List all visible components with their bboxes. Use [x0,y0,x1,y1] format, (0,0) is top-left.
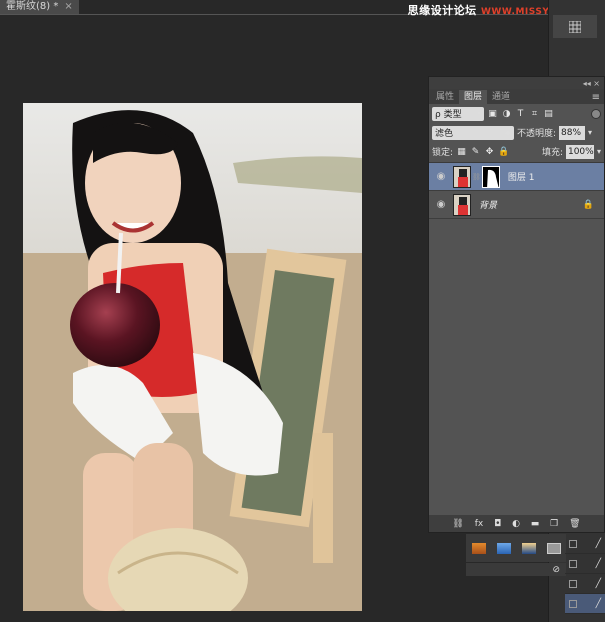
brush-icon: ╱ [595,578,601,589]
filter-toggle[interactable] [591,108,601,119]
brush-icon: ╱ [595,598,601,609]
smart-object-filter-icon[interactable]: ▤ [543,108,554,119]
folder-icon[interactable]: ▬ [531,519,540,529]
swatches-row [466,534,566,562]
trash-icon[interactable]: 🗑 [569,519,580,529]
blend-mode-value: 滤色 [435,129,454,139]
swatch-orange[interactable] [471,542,486,554]
eye-icon[interactable]: ◉ [433,171,449,182]
brush-item[interactable]: ╱ [565,574,605,594]
opacity-input[interactable]: 88% [559,125,586,140]
blend-row: 滤色 ◆ 不透明度: 88% ▾ [429,123,604,142]
layer-thumbnail [453,193,471,216]
lock-transparent-icon[interactable]: ▦ [456,146,467,157]
fill-label: 填充: [541,148,563,158]
no-entry-icon[interactable]: ⊘ [552,565,560,575]
layers-panel: ◂◂ × 属性 图层 通道 ≡ ρ 类型 ▾ ▣ ◑ T ⌗ ▤ 滤色 ◆ 不透… [428,76,605,533]
mask-icon[interactable]: ◘ [494,519,501,529]
opacity-label: 不透明度: [517,129,557,139]
lock-icon: 🔒 [582,199,594,210]
layer-name[interactable]: 背景 [479,198,497,211]
fill-input[interactable]: 100% [565,144,594,159]
swatch-grid[interactable] [546,542,561,554]
lock-position-icon[interactable]: ✥ [484,146,495,157]
photo-image [23,103,362,611]
layer-mask-thumbnail[interactable] [481,165,500,188]
panel-tabs: 属性 图层 通道 ≡ [429,89,604,104]
brush-item[interactable]: ╱ [565,534,605,554]
panel-header: ◂◂ × [429,77,604,89]
layer-row-background[interactable]: ◉ 背景 🔒 [429,191,604,219]
swatch-blue[interactable] [496,542,511,554]
adjustment-icon[interactable]: ◐ [512,519,520,529]
brush-list: ╱ ╱ ╱ ╱ [565,534,605,614]
checkbox-icon[interactable] [569,559,577,568]
fill-slider-arrow-icon[interactable]: ▾ [597,147,601,156]
document-title: 霍斯纹(8) * [6,1,59,12]
lock-label: 锁定: [432,148,454,158]
filter-row: ρ 类型 ▾ ▣ ◑ T ⌗ ▤ [429,104,604,123]
panel-menu-icon[interactable]: ≡ [592,92,604,104]
link-icon[interactable]: ⛓ [452,519,463,529]
link-icon[interactable]: ⛓ [472,173,481,181]
fx-icon[interactable]: fx [475,519,484,529]
lock-image-icon[interactable]: ✎ [470,146,481,157]
opacity-slider-arrow-icon[interactable]: ▾ [588,128,592,137]
collapse-icon[interactable]: ◂◂ [583,79,591,88]
layer-thumbnail [453,165,471,188]
lock-all-icon[interactable]: 🔒 [498,146,509,157]
chevron-down-icon: ▾ [476,109,481,118]
eye-icon[interactable]: ◉ [433,199,449,210]
layers-list: ◉ ⛓ 图层 1 ◉ 背景 🔒 [429,162,604,219]
grid-icon [569,20,581,33]
filter-kind-value: ρ 类型 [435,110,462,120]
dock-grid-button[interactable] [553,15,597,38]
type-filter-icon[interactable]: T [515,108,526,119]
brush-icon: ╱ [595,538,601,549]
checkbox-icon[interactable] [569,599,577,608]
swatch-sunset[interactable] [521,542,536,554]
document-tab[interactable]: 霍斯纹(8) * × [0,0,79,14]
lock-row: 锁定: ▦ ✎ ✥ 🔒 填充: 100% ▾ [429,142,604,161]
tab-layers[interactable]: 图层 [459,90,488,104]
canvas-photo[interactable] [23,103,362,611]
swatch-none-row: ⊘ [466,563,566,576]
brush-item-active[interactable]: ╱ [565,594,605,614]
watermark-text: 思缘设计论坛 [407,4,477,17]
panel-footer: ⛓ fx ◘ ◐ ▬ ❐ 🗑 [429,515,604,532]
chevron-down-icon: ◆ [504,128,511,137]
adjustment-filter-icon[interactable]: ◑ [501,108,512,119]
layer-name[interactable]: 图层 1 [508,170,535,183]
blend-mode-select[interactable]: 滤色 ◆ [432,125,514,140]
brush-icon: ╱ [595,558,601,569]
checkbox-icon[interactable] [569,539,577,548]
tab-channels[interactable]: 通道 [487,90,515,104]
checkbox-icon[interactable] [569,579,577,588]
brush-item[interactable]: ╱ [565,554,605,574]
tab-properties[interactable]: 属性 [431,90,459,104]
close-icon[interactable]: × [64,0,72,14]
layer-row-layer1[interactable]: ◉ ⛓ 图层 1 [429,163,604,191]
new-layer-icon[interactable]: ❐ [550,519,558,529]
filter-kind-select[interactable]: ρ 类型 ▾ [432,106,484,121]
image-filter-icon[interactable]: ▣ [487,108,498,119]
shape-filter-icon[interactable]: ⌗ [529,108,540,119]
close-icon[interactable]: × [593,79,600,88]
